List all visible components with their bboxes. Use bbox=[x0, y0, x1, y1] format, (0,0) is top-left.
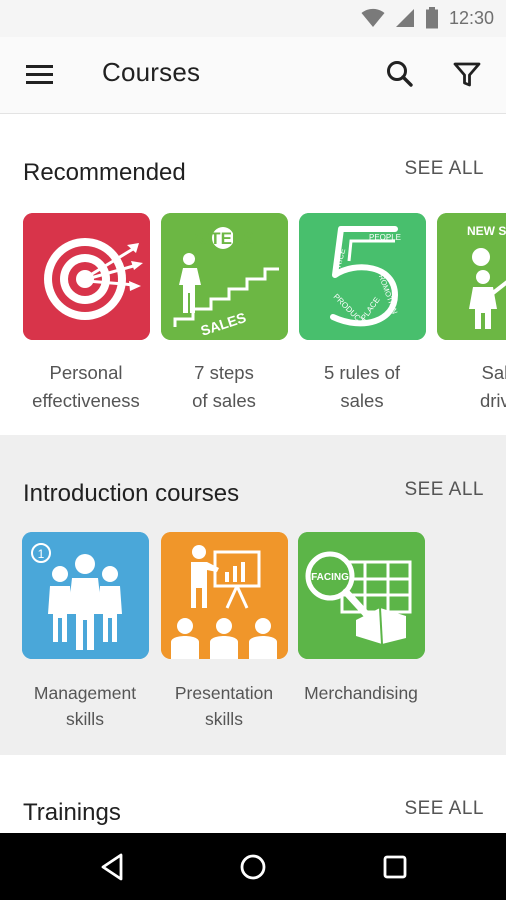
status-time: 12:30 bbox=[448, 7, 494, 28]
course-tile-5-rules-of-sales[interactable]: PEOPLE PRICE PROMOTION PRODUCT PLACE bbox=[299, 213, 426, 340]
recommended-section: Recommended SEE ALL Personal effectivene… bbox=[0, 115, 506, 435]
status-icons: 12:30 bbox=[361, 6, 494, 30]
menu-icon bbox=[26, 65, 53, 84]
svg-text:NEW SA: NEW SA bbox=[467, 224, 506, 238]
recents-icon bbox=[383, 855, 407, 879]
see-all-recommended-button[interactable]: SEE ALL bbox=[404, 158, 484, 180]
menu-button[interactable] bbox=[22, 59, 58, 91]
course-tile-sale-drive[interactable]: NEW SA bbox=[437, 213, 506, 340]
status-bar: 12:30 bbox=[0, 0, 506, 37]
see-all-trainings-button[interactable]: SEE ALL bbox=[404, 798, 484, 820]
svg-text:FACING: FACING bbox=[311, 572, 349, 583]
course-label: 7 steps of sales bbox=[192, 362, 256, 411]
course-tile-merchandising[interactable]: FACING bbox=[298, 532, 425, 659]
search-icon bbox=[387, 61, 413, 87]
back-button[interactable] bbox=[97, 850, 131, 884]
course-label: Sale drive bbox=[479, 362, 506, 411]
battery-icon bbox=[425, 7, 438, 29]
filter-button[interactable] bbox=[450, 57, 484, 91]
page-title: Courses bbox=[102, 57, 201, 87]
section-title: Recommended bbox=[23, 159, 186, 186]
course-tile-management-skills[interactable]: 1 bbox=[22, 532, 149, 659]
filter-icon bbox=[453, 62, 481, 87]
course-tile-7-steps-of-sales[interactable]: 7STEPS SALES bbox=[161, 213, 288, 340]
back-icon bbox=[101, 853, 123, 881]
svg-text:1: 1 bbox=[38, 547, 45, 561]
svg-text:PEOPLE: PEOPLE bbox=[369, 233, 401, 242]
shelf-magnifier-icon: FACING bbox=[298, 532, 425, 659]
home-button[interactable] bbox=[236, 850, 270, 884]
course-label: 5 rules of sales bbox=[323, 362, 401, 411]
navigation-bar bbox=[0, 833, 506, 900]
team-icon: 1 bbox=[22, 532, 149, 659]
course-label: Merchandising bbox=[304, 683, 418, 703]
trainings-section: Trainings SEE ALL bbox=[0, 755, 506, 833]
introduction-section: Introduction courses SEE ALL 1 Managemen… bbox=[0, 435, 506, 755]
signal-icon bbox=[395, 9, 414, 27]
svg-text:7STEPS: 7STEPS bbox=[189, 229, 254, 248]
recents-button[interactable] bbox=[378, 850, 412, 884]
presentation-icon bbox=[161, 532, 288, 659]
stairs-icon: 7STEPS SALES bbox=[161, 213, 288, 340]
section-title: Trainings bbox=[23, 799, 121, 826]
see-all-introduction-button[interactable]: SEE ALL bbox=[404, 479, 484, 501]
course-tile-personal-effectiveness[interactable] bbox=[23, 213, 150, 340]
app-bar: Courses bbox=[0, 37, 506, 114]
course-label: Presentation skills bbox=[174, 683, 274, 729]
course-label: Personal effectiveness bbox=[32, 362, 140, 411]
course-label: Management skills bbox=[33, 683, 137, 729]
five-rules-icon: PEOPLE PRICE PROMOTION PRODUCT PLACE bbox=[299, 213, 426, 340]
home-icon bbox=[240, 854, 266, 880]
target-icon bbox=[23, 213, 150, 340]
search-button[interactable] bbox=[383, 57, 417, 91]
idea-icon: NEW SA bbox=[437, 213, 506, 340]
course-tile-presentation-skills[interactable] bbox=[161, 532, 288, 659]
wifi-icon bbox=[361, 8, 385, 27]
section-title: Introduction courses bbox=[23, 480, 240, 507]
